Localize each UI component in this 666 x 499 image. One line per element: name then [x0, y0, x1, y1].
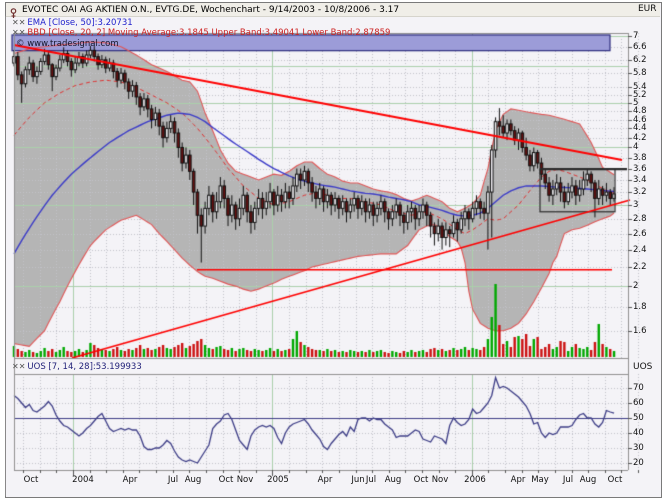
price-tick-label: 3.4 — [633, 174, 647, 185]
uos-tick-label: 30 — [633, 443, 644, 453]
x-axis-label: 2004 — [72, 475, 94, 485]
price-tick-label: 4.2 — [633, 132, 647, 143]
x-axis-label: 2006 — [464, 475, 486, 485]
price-tick-label: 6.6 — [633, 42, 647, 53]
x-axis-label: 2005 — [267, 475, 289, 485]
price-tick-label: 5.8 — [633, 68, 647, 79]
chart-canvas[interactable] — [0, 0, 666, 499]
title-bar: EVOTEC OAI AG AKTIEN O.N., EVTG.DE, Woch… — [6, 3, 660, 18]
x-axis-label: Apr — [317, 475, 333, 485]
x-axis-label: Oct — [607, 475, 623, 485]
window-title: EVOTEC OAI AG AKTIEN O.N., EVTG.DE, Woch… — [22, 4, 400, 15]
price-tick-label: 3.2 — [633, 187, 647, 198]
uos-tick-label: 60 — [633, 398, 644, 408]
price-tick-label: 3.8 — [633, 152, 647, 163]
legend-ema-label: EMA [Close, 50]:3.20731 — [27, 18, 133, 28]
legend-bbd: ✕✕ BBD [Close, 20, 2] Moving Average:3.18… — [12, 28, 390, 38]
chart-pin-icon — [9, 4, 18, 18]
price-tick-label: 3.6 — [633, 163, 647, 174]
price-tick-label: 4 — [633, 142, 639, 153]
price-tick-label: 3 — [633, 200, 639, 210]
x-axis-label: Apr — [122, 475, 138, 485]
price-tick-label: 6.2 — [633, 54, 647, 65]
price-tick-label: 2.6 — [633, 228, 647, 239]
uos-tick-label: 70 — [633, 383, 644, 393]
uos-tick-label: 20 — [633, 458, 644, 468]
legend-uos: ✕✕ UOS [7, 14, 28]:53.199933 — [12, 362, 142, 372]
close-icon[interactable]: ✕✕ — [12, 28, 25, 37]
copyright-watermark: © www.tradesignal.com — [16, 39, 119, 49]
price-tick-label: 7 — [633, 30, 639, 41]
price-tick-label: 2.4 — [633, 244, 647, 255]
uos-axis-unit: UOS — [633, 362, 653, 372]
legend-uos-label: UOS [7, 14, 28]:53.199933 — [27, 362, 142, 372]
x-axis-label: Nov — [236, 475, 254, 485]
x-axis-label: Nov — [431, 475, 449, 485]
price-tick-label: 2.2 — [633, 262, 647, 273]
close-icon[interactable]: ✕✕ — [12, 362, 25, 371]
close-icon[interactable]: ✕✕ — [12, 18, 25, 27]
x-axis-label: Aug — [184, 475, 202, 485]
uos-tick-label: 40 — [633, 428, 644, 438]
price-tick-label: 1.8 — [633, 302, 647, 313]
price-tick-label: 1.6 — [633, 325, 647, 336]
legend-ema: ✕✕ EMA [Close, 50]:3.20731 — [12, 18, 133, 28]
legend-bbd-label: BBD [Close, 20, 2] Moving Average:3.1845… — [27, 27, 391, 38]
price-tick-label: 2 — [633, 281, 639, 292]
price-tick-label: 2.8 — [633, 213, 647, 224]
price-axis-unit: EUR — [638, 4, 657, 14]
x-axis-label: Oct — [23, 475, 39, 485]
uos-tick-label: 50 — [633, 413, 644, 423]
